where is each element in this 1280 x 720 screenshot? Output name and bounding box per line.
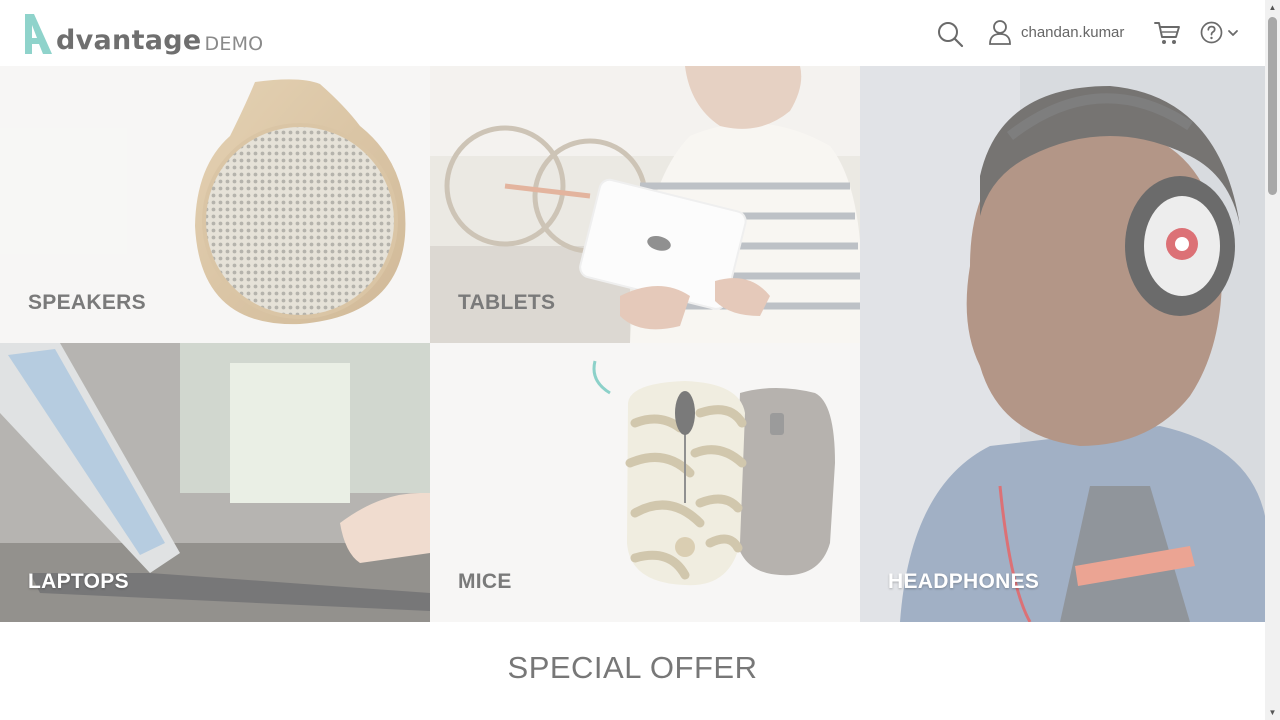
advantage-logo[interactable]: dvantage DEMO (22, 9, 263, 57)
logo-wordmark: dvantage (56, 25, 202, 56)
scrollbar-thumb[interactable] (1268, 17, 1277, 195)
category-tile-mice[interactable]: MICE (430, 343, 860, 622)
vertical-scrollbar[interactable]: ▲ ▼ (1265, 0, 1280, 720)
category-tile-tablets[interactable]: TABLETS (430, 66, 860, 343)
category-label-tablets: TABLETS (458, 291, 556, 314)
category-label-laptops: LAPTOPS (28, 570, 129, 593)
category-label-headphones: HEADPHONES (888, 570, 1040, 593)
category-tile-headphones[interactable]: HEADPHONES (860, 66, 1265, 622)
user-icon (989, 20, 1011, 45)
help-icon (1200, 21, 1223, 44)
username-label: chandan.kumar (1021, 23, 1125, 41)
category-label-speakers: SPEAKERS (28, 291, 146, 314)
cart-icon[interactable] (1153, 19, 1181, 47)
help-menu[interactable] (1200, 21, 1239, 44)
logo-a-icon (25, 14, 52, 54)
tile-overlay (860, 66, 1265, 622)
scroll-up-arrow-icon[interactable]: ▲ (1265, 0, 1280, 15)
category-grid: SPEAKERS TABLETS HEADPHONES LAPTOPS MICE (0, 66, 1265, 622)
logo-demo-text: DEMO (204, 33, 264, 55)
chevron-down-icon (1228, 29, 1238, 36)
special-offer-heading: SPECIAL OFFER (507, 650, 758, 685)
top-navigation-bar: dvantage DEMO chandan.kumar (0, 0, 1265, 66)
category-tile-laptops[interactable]: LAPTOPS (0, 343, 430, 622)
user-menu[interactable]: chandan.kumar (988, 19, 1124, 45)
search-icon[interactable] (936, 20, 964, 48)
category-label-mice: MICE (458, 570, 512, 593)
category-tile-speakers[interactable]: SPEAKERS (0, 66, 430, 343)
scroll-down-arrow-icon[interactable]: ▼ (1265, 705, 1280, 720)
